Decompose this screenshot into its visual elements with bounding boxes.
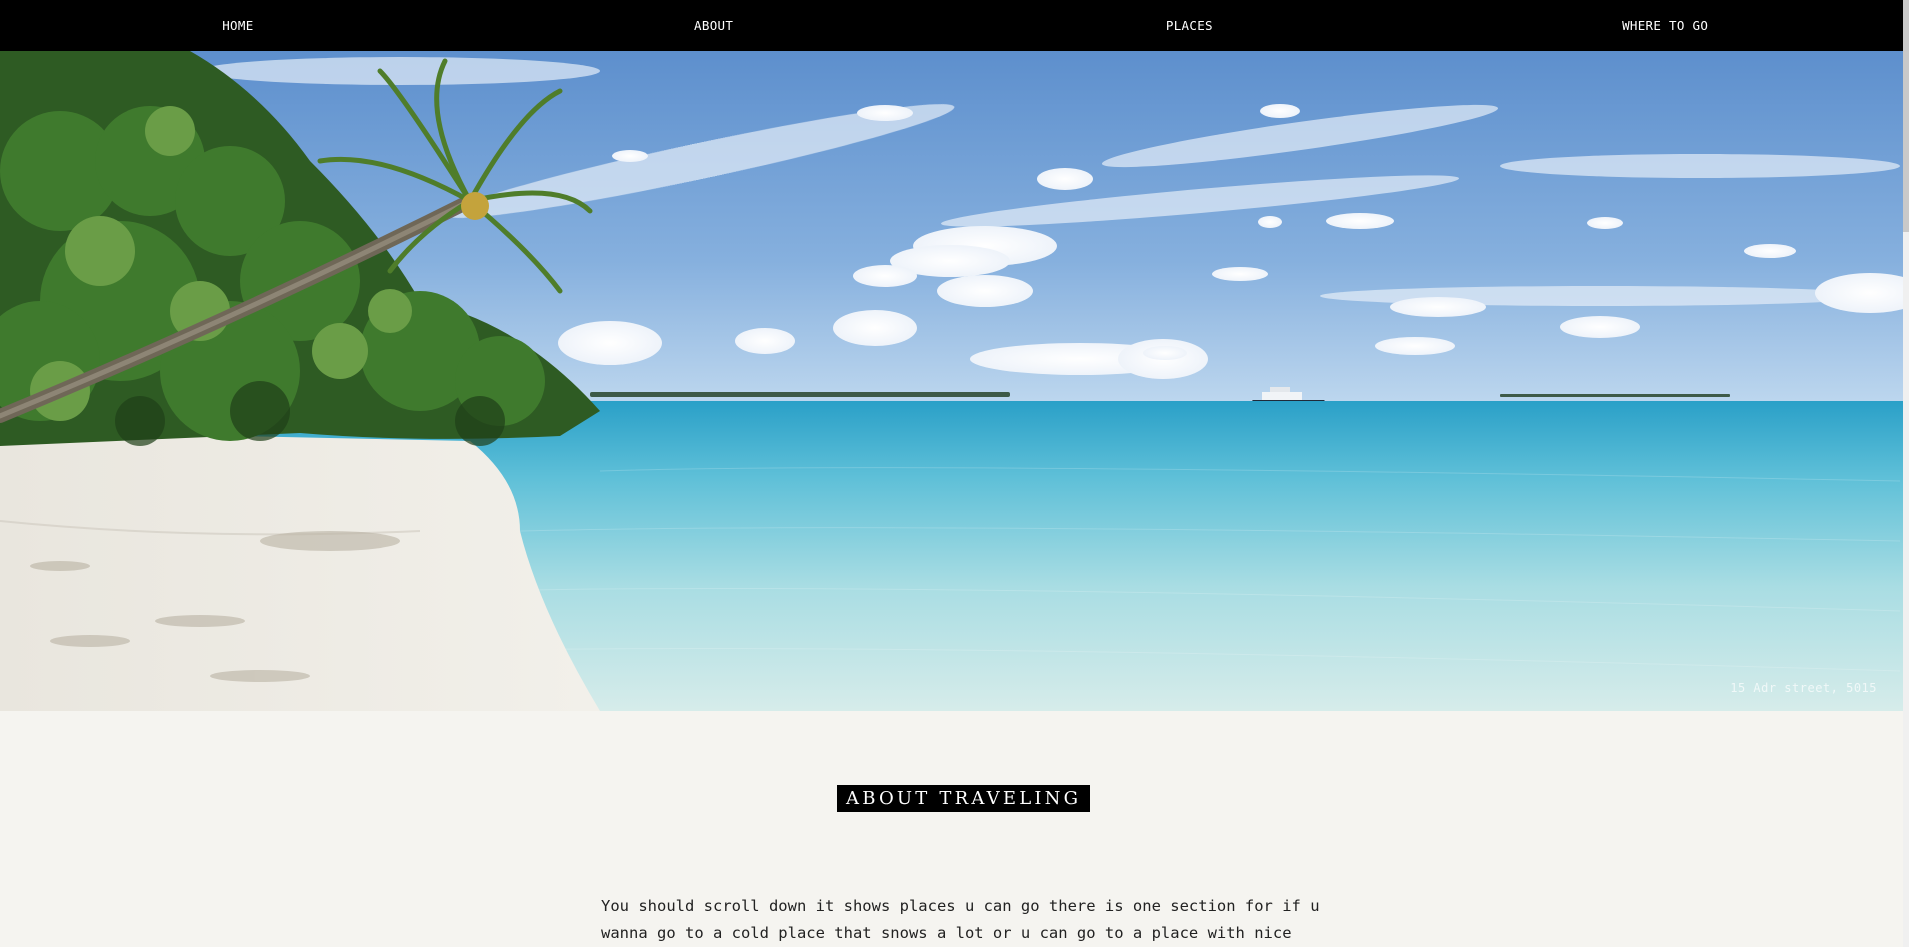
nav-home-link[interactable]: HOME	[0, 0, 476, 51]
nav-about-link[interactable]: ABOUT	[476, 0, 952, 51]
content-area: HOME ABOUT PLACES WHERE TO GO 15 Adr str…	[0, 0, 1903, 947]
top-navbar: HOME ABOUT PLACES WHERE TO GO	[0, 0, 1903, 51]
about-paragraph: You should scroll down it shows places u…	[601, 897, 1320, 942]
page: HOME ABOUT PLACES WHERE TO GO 15 Adr str…	[0, 0, 1909, 947]
vertical-scrollbar[interactable]	[1903, 0, 1909, 947]
beach-scene-illustration	[0, 51, 1903, 711]
about-traveling-heading: ABOUT TRAVELING	[837, 785, 1091, 812]
hero-beach-image: 15 Adr street, 5015	[0, 51, 1903, 711]
nav-places-link[interactable]: PLACES	[952, 0, 1428, 51]
scrollbar-thumb[interactable]	[1903, 0, 1909, 232]
address-text: 15 Adr street, 5015	[1730, 681, 1877, 695]
nav-where-to-go-link[interactable]: WHERE TO GO	[1427, 0, 1903, 51]
